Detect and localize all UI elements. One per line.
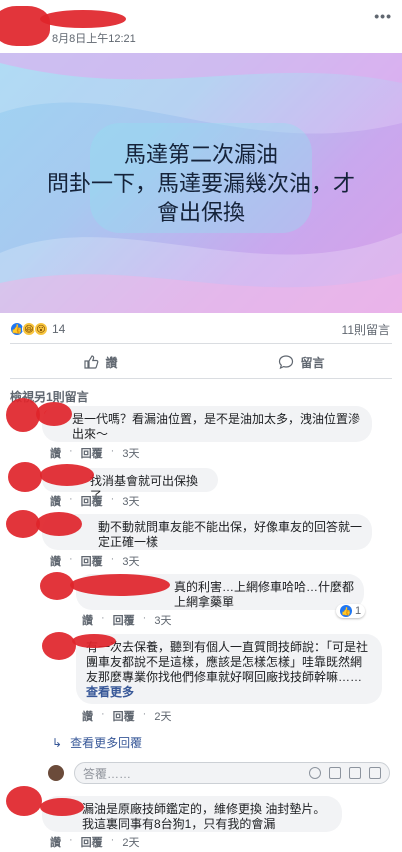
user-avatar (48, 765, 64, 781)
reply-reply-link[interactable]: 回覆 (113, 708, 135, 724)
reply-reaction-count: 1 (355, 605, 362, 617)
more-options-icon[interactable]: ••• (374, 8, 392, 24)
reply-like-link[interactable]: 讚 (82, 708, 93, 724)
camera-icon[interactable] (329, 767, 341, 779)
reaction-summary[interactable]: 👍 😆 😮 14 (10, 320, 65, 338)
comment-like-link[interactable]: 讚 (50, 553, 61, 569)
post-image-text: 馬達第二次漏油 問卦一下，馬達要漏幾次油，才 會出保換 (0, 141, 402, 228)
comment-time[interactable]: 2天 (122, 834, 139, 850)
post-image-line: 馬達第二次漏油 (123, 143, 278, 168)
wow-reaction-icon: 😮 (34, 322, 48, 336)
sticker-icon[interactable] (369, 767, 381, 779)
comment-text: 是一代嗎？看漏油位置，是不是油加太多，洩油位置滲出來～ (72, 412, 361, 441)
comment-reply-link[interactable]: 回覆 (81, 834, 103, 850)
view-more-replies[interactable]: ↳ 查看更多回覆 (52, 734, 142, 751)
comment-reply-link[interactable]: 回覆 (81, 493, 103, 509)
comment-time[interactable]: 3天 (122, 445, 139, 461)
comment-button[interactable]: 留言 (201, 348, 402, 376)
redacted-name (40, 464, 94, 486)
redacted-avatar (6, 786, 42, 816)
post-image-line: 會出保換 (156, 201, 245, 226)
comment-bubble: 漏油是原廠技師鑑定的，維修更換 油封墊片。我這裏同事有8台狗1，只有我的會漏 (42, 796, 342, 832)
comment-reply-link[interactable]: 回覆 (81, 445, 103, 461)
redacted-avatar (8, 462, 42, 492)
reply-composer: 答覆…… (48, 762, 390, 784)
comment-text: 漏油是原廠技師鑑定的，維修更換 油封墊片。我這裏同事有8台狗1，只有我的會漏 (82, 802, 326, 831)
post-timestamp[interactable]: 8月8日上午12:21 (52, 30, 136, 46)
gif-icon[interactable] (349, 767, 361, 779)
comment-bubble: 動不動就問車友能不能出保，好像車友的回答就一定正確一樣 (42, 514, 372, 550)
reply-actions: 讚 · 回覆 · 2天 (82, 708, 172, 724)
comment-like-link[interactable]: 讚 (50, 493, 61, 509)
composer-icons (309, 767, 381, 779)
reply-time[interactable]: 3天 (154, 612, 171, 628)
reply-arrow-icon: ↳ (52, 735, 63, 750)
post-actions: 讚 留言 (0, 348, 402, 376)
view-more-replies-label: 查看更多回覆 (70, 736, 143, 750)
reply-time[interactable]: 2天 (154, 708, 171, 724)
comment-actions: 讚 · 回覆 · 3天 (50, 553, 140, 569)
comment-time[interactable]: 3天 (122, 553, 139, 569)
reply-placeholder: 答覆…… (83, 766, 132, 781)
reply-like-link[interactable]: 讚 (82, 612, 93, 628)
comment-bubble-icon (279, 355, 294, 370)
redacted-avatar (6, 398, 40, 432)
comment-like-link[interactable]: 讚 (50, 445, 61, 461)
emoji-icon[interactable] (309, 767, 321, 779)
redacted-name (40, 10, 126, 28)
redacted-name (36, 402, 72, 426)
comment-actions: 讚 · 回覆 · 3天 (50, 493, 140, 509)
reply-text: 有一次去保養，聽到有個人一直質問技師說：「可是社團車友都說不是這樣，應該是怎樣怎… (86, 640, 369, 684)
comment-count[interactable]: 11則留言 (342, 321, 390, 338)
comment-bubble: 是一代嗎？看漏油位置，是不是油加太多，洩油位置滲出來～ (42, 406, 372, 442)
post-card: 8月8日上午12:21 ••• 馬達第二次漏油 問卦一下，馬達要漏幾次油，才 會… (0, 0, 402, 852)
redacted-name (36, 512, 82, 536)
redacted-avatar (42, 632, 76, 660)
comment-time[interactable]: 3天 (122, 493, 139, 509)
reaction-count: 14 (52, 322, 66, 336)
redacted-name (72, 634, 116, 648)
divider (10, 378, 392, 379)
reply-text: 真的利害…上網修車哈哈…什麼都上網拿藥單 (174, 580, 355, 609)
reply-input[interactable]: 答覆…… (74, 762, 390, 784)
divider (10, 343, 392, 344)
comment-text: 動不動就問車友能不能出保，好像車友的回答就一定正確一樣 (98, 520, 363, 549)
reply-actions: 讚 · 回覆 · 3天 (82, 612, 172, 628)
post-image-line: 問卦一下，馬達要漏幾次油，才 (46, 172, 355, 197)
redacted-name (40, 798, 84, 816)
post-image[interactable]: 馬達第二次漏油 問卦一下，馬達要漏幾次油，才 會出保換 (0, 53, 402, 313)
redacted-avatar (40, 572, 74, 600)
comment-button-label: 留言 (300, 355, 325, 370)
like-reaction-icon: 👍 (340, 605, 352, 617)
reply-bubble: 有一次去保養，聽到有個人一直質問技師說：「可是社團車友都說不是這樣，應該是怎樣怎… (76, 634, 382, 704)
redacted-avatar (0, 6, 50, 46)
like-button[interactable]: 讚 (0, 348, 201, 376)
see-more-link[interactable]: 查看更多 (86, 685, 134, 699)
reply-reaction-badge[interactable]: 👍 1 (336, 604, 366, 618)
like-button-label: 讚 (105, 355, 118, 370)
redacted-avatar (6, 510, 40, 538)
reply-reply-link[interactable]: 回覆 (113, 612, 135, 628)
comment-actions: 讚 · 回覆 · 3天 (50, 445, 140, 461)
thumbs-up-icon (84, 355, 99, 369)
comment-actions: 讚 · 回覆 · 2天 (50, 834, 140, 850)
redacted-name (70, 574, 170, 596)
comment-like-link[interactable]: 讚 (50, 834, 61, 850)
comment-reply-link[interactable]: 回覆 (81, 553, 103, 569)
